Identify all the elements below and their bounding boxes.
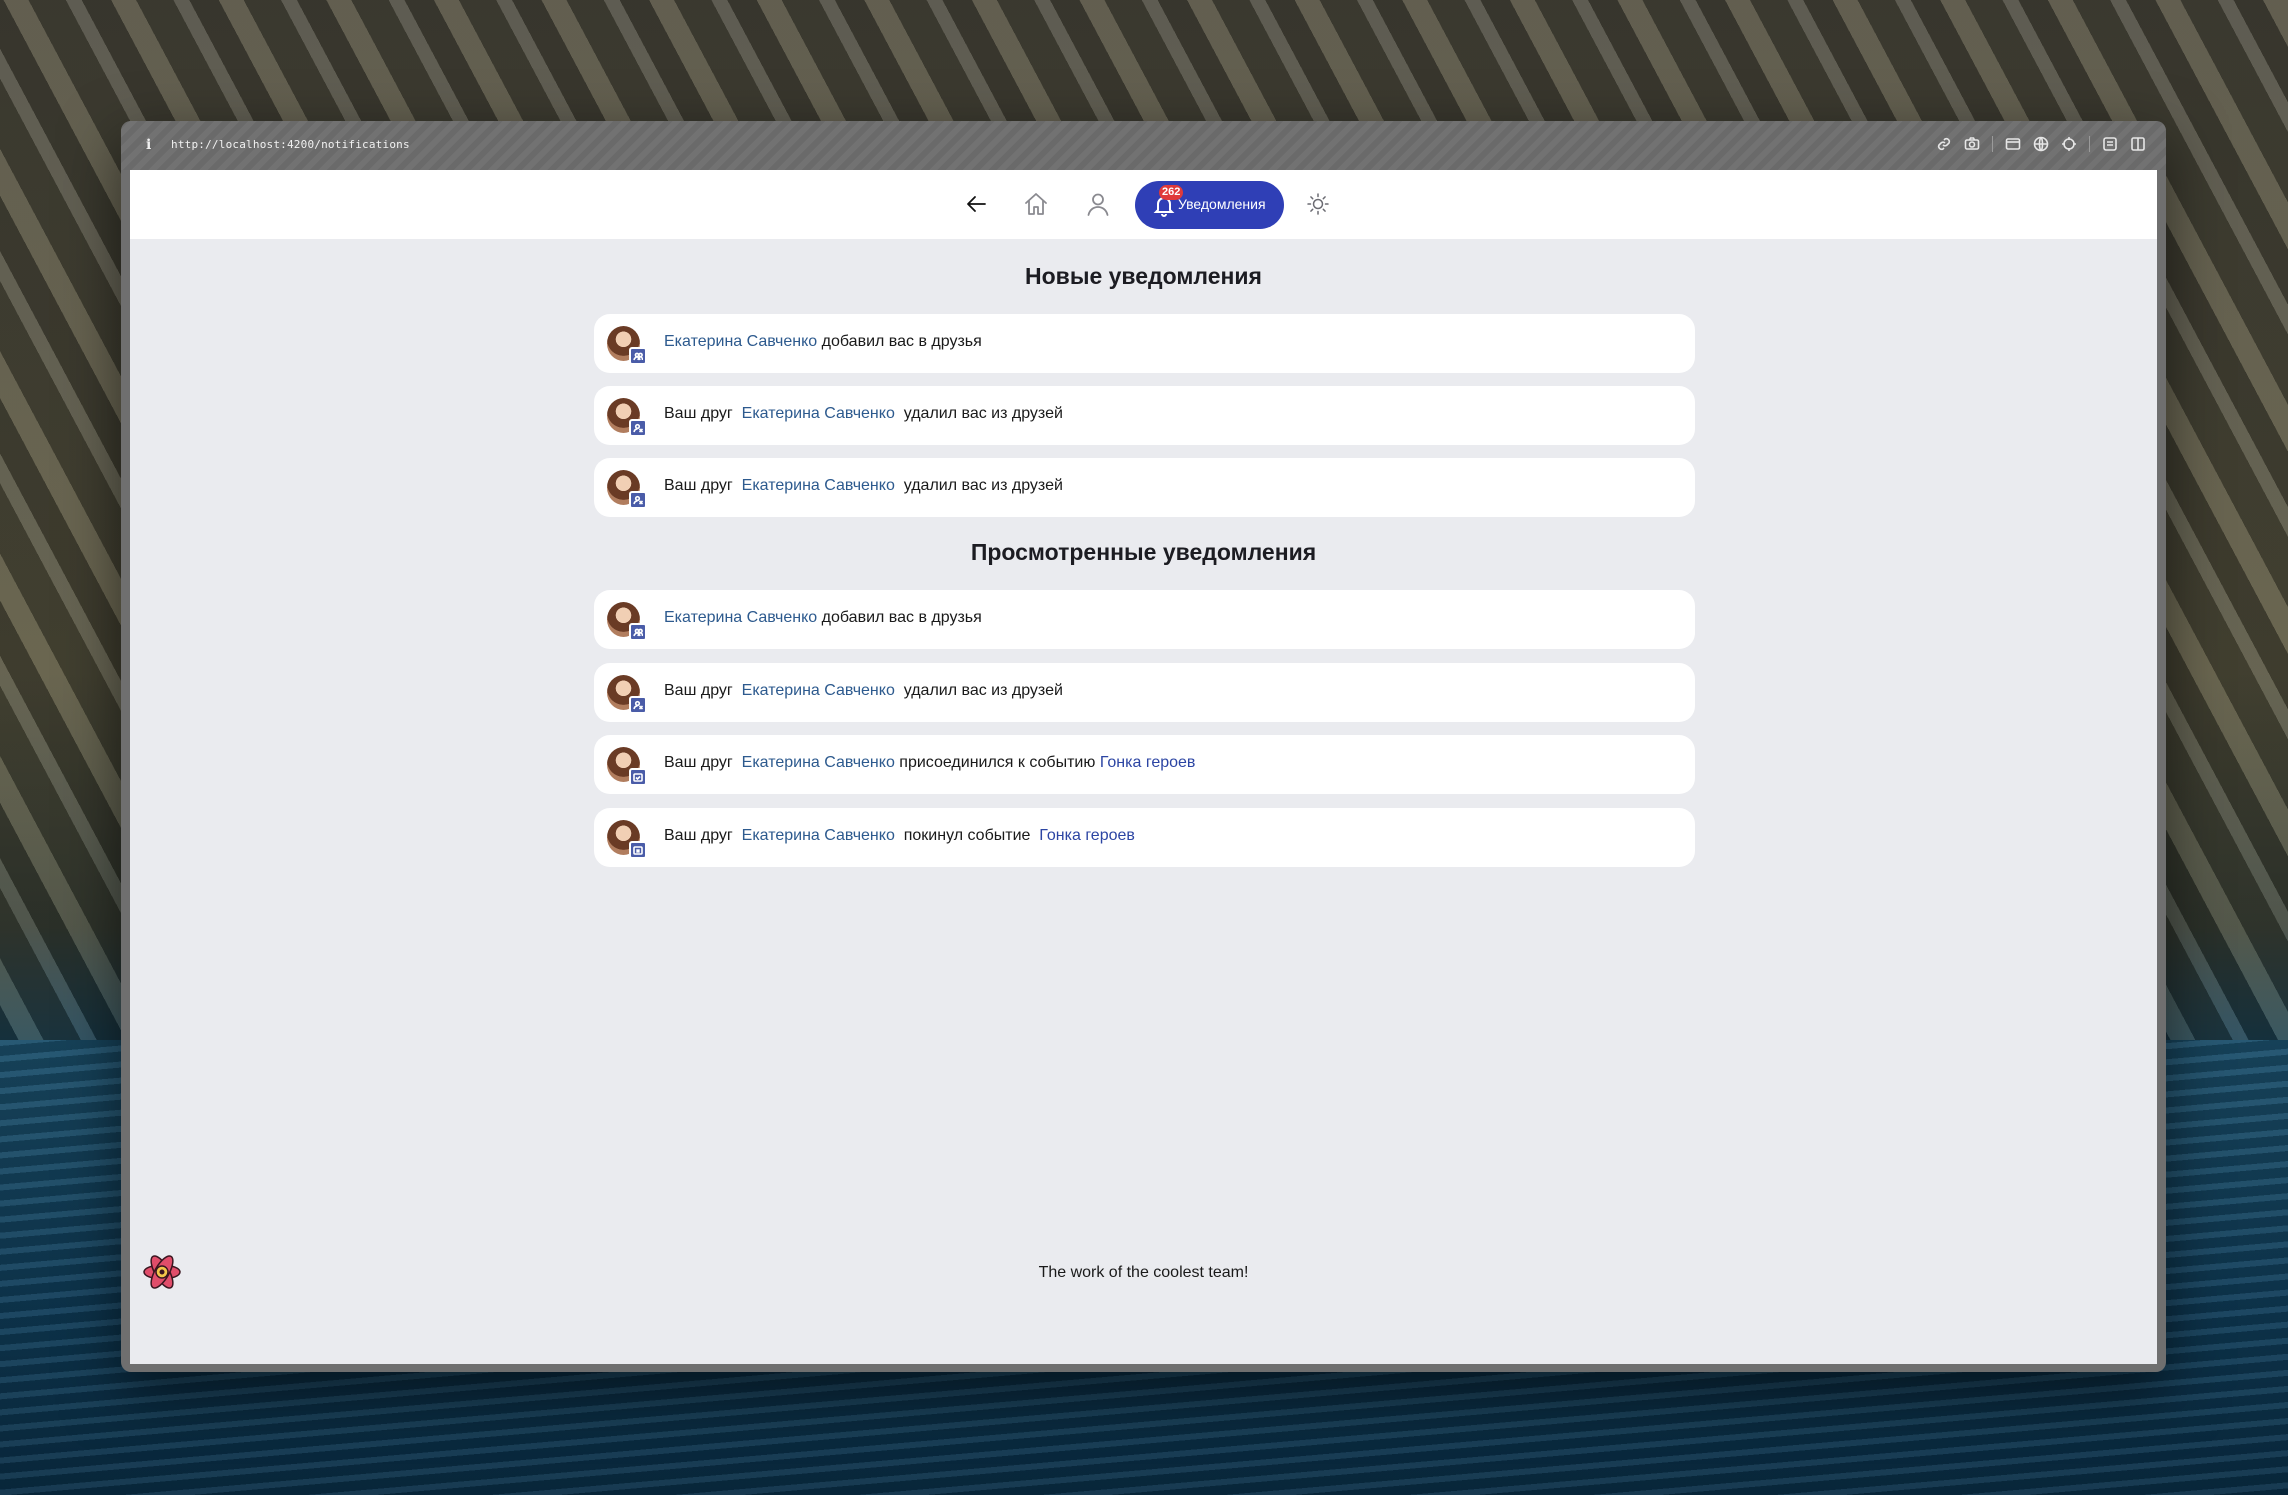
notifications-tab-label: Уведомления: [1178, 196, 1266, 212]
notification-prefix: Ваш друг: [664, 477, 742, 494]
notification-item[interactable]: Екатерина Савченко добавил вас в друзья: [594, 590, 1695, 649]
users-icon: [629, 623, 647, 641]
notification-item[interactable]: Ваш друг Екатерина Савченко присоединилс…: [594, 735, 1695, 794]
user-link[interactable]: Екатерина Савченко: [742, 682, 895, 699]
reader-icon[interactable]: [2102, 136, 2118, 152]
theme-toggle-button[interactable]: [1301, 187, 1335, 221]
users-icon: [629, 347, 647, 365]
top-navbar: 262 Уведомления: [130, 170, 2157, 239]
split-view-icon[interactable]: [2130, 136, 2146, 152]
user-remove-icon: [629, 695, 647, 714]
notification-action: удалил вас из друзей: [894, 477, 1063, 494]
browser-window: i http://localhost:4200/notifications 26…: [121, 121, 2166, 1372]
event-link[interactable]: Гонка героев: [1039, 827, 1135, 844]
notification-text: Ваш друг Екатерина Савченко удалил вас и…: [664, 405, 1063, 423]
globe-icon[interactable]: [2033, 136, 2049, 152]
user-remove-icon: [629, 491, 647, 509]
user-link[interactable]: Екатерина Савченко: [742, 827, 895, 844]
notification-action: добавил вас в друзья: [817, 609, 982, 626]
camera-icon[interactable]: [1964, 136, 1980, 152]
user-link[interactable]: Екатерина Савченко: [742, 477, 895, 494]
notification-text: Екатерина Савченко добавил вас в друзья: [664, 609, 982, 627]
profile-button[interactable]: [1081, 187, 1115, 221]
toolbar-divider: [1992, 136, 1993, 152]
info-icon[interactable]: i: [146, 137, 151, 153]
notification-item[interactable]: Екатерина Савченко добавил вас в друзья: [594, 314, 1695, 373]
calendar-x-icon: [629, 840, 647, 859]
user-link[interactable]: Екатерина Савченко: [742, 754, 895, 771]
notification-prefix: Ваш друг: [664, 681, 742, 699]
notification-prefix: Ваш друг: [664, 826, 742, 844]
notification-text: Ваш друг Екатерина Савченко присоединилс…: [664, 754, 1195, 772]
notification-text: Ваш друг Екатерина Савченко удалил вас и…: [664, 682, 1063, 700]
new-notifications-title: Новые уведомления: [1025, 263, 1262, 289]
url-text[interactable]: http://localhost:4200/notifications: [171, 138, 410, 151]
notification-action: присоединился к событию: [894, 754, 1100, 771]
back-button[interactable]: [960, 187, 994, 221]
sun-icon: [1307, 193, 1329, 215]
notification-item[interactable]: Ваш друг Екатерина Савченко удалил вас и…: [594, 662, 1695, 722]
user-link[interactable]: Екатерина Савченко: [664, 333, 817, 350]
card-icon[interactable]: [2005, 136, 2021, 152]
user-link[interactable]: Екатерина Савченко: [664, 609, 817, 626]
notification-text: Ваш друг Екатерина Савченко удалил вас и…: [664, 477, 1063, 495]
notification-action: покинул событие: [894, 826, 1040, 844]
app-page: 262 Уведомления Новые уведомления Екатер…: [130, 170, 2157, 1364]
viewed-notifications-title: Просмотренные уведомления: [970, 539, 1317, 565]
notification-prefix: Ваш друг: [664, 754, 742, 771]
notification-action: удалил вас из друзей: [894, 405, 1063, 422]
notification-text: Екатерина Савченко добавил вас в друзья: [664, 333, 982, 351]
user-link[interactable]: Екатерина Савченко: [742, 405, 895, 422]
url-bar: i http://localhost:4200/notifications: [121, 121, 2166, 170]
notification-text: Ваш друг Екатерина Савченко покинул собы…: [664, 827, 1135, 845]
event-link[interactable]: Гонка героев: [1100, 754, 1196, 771]
crosshair-icon[interactable]: [2061, 136, 2077, 152]
home-icon: [1025, 193, 1047, 215]
user-icon: [1087, 193, 1109, 216]
arrow-left-icon: [967, 196, 986, 212]
toolbar-divider: [2089, 136, 2090, 152]
notification-item[interactable]: Ваш друг Екатерина Савченко удалил вас и…: [594, 458, 1695, 517]
link-icon[interactable]: [1936, 136, 1952, 152]
notification-action: удалил вас из друзей: [894, 681, 1063, 699]
home-button[interactable]: [1019, 187, 1053, 221]
notifications-tab[interactable]: 262 Уведомления: [1135, 181, 1284, 229]
calendar-check-icon: [629, 768, 647, 786]
notification-item[interactable]: Ваш друг Екатерина Савченко покинул собы…: [594, 807, 1695, 867]
footer-text: The work of the coolest team!: [1038, 1264, 1249, 1281]
notification-item[interactable]: Ваш друг Екатерина Савченко удалил вас и…: [594, 386, 1695, 445]
toolbar-icons: [1936, 136, 2146, 152]
notification-action: добавил вас в друзья: [817, 333, 982, 350]
user-remove-icon: [629, 419, 647, 437]
notification-prefix: Ваш друг: [664, 405, 742, 422]
